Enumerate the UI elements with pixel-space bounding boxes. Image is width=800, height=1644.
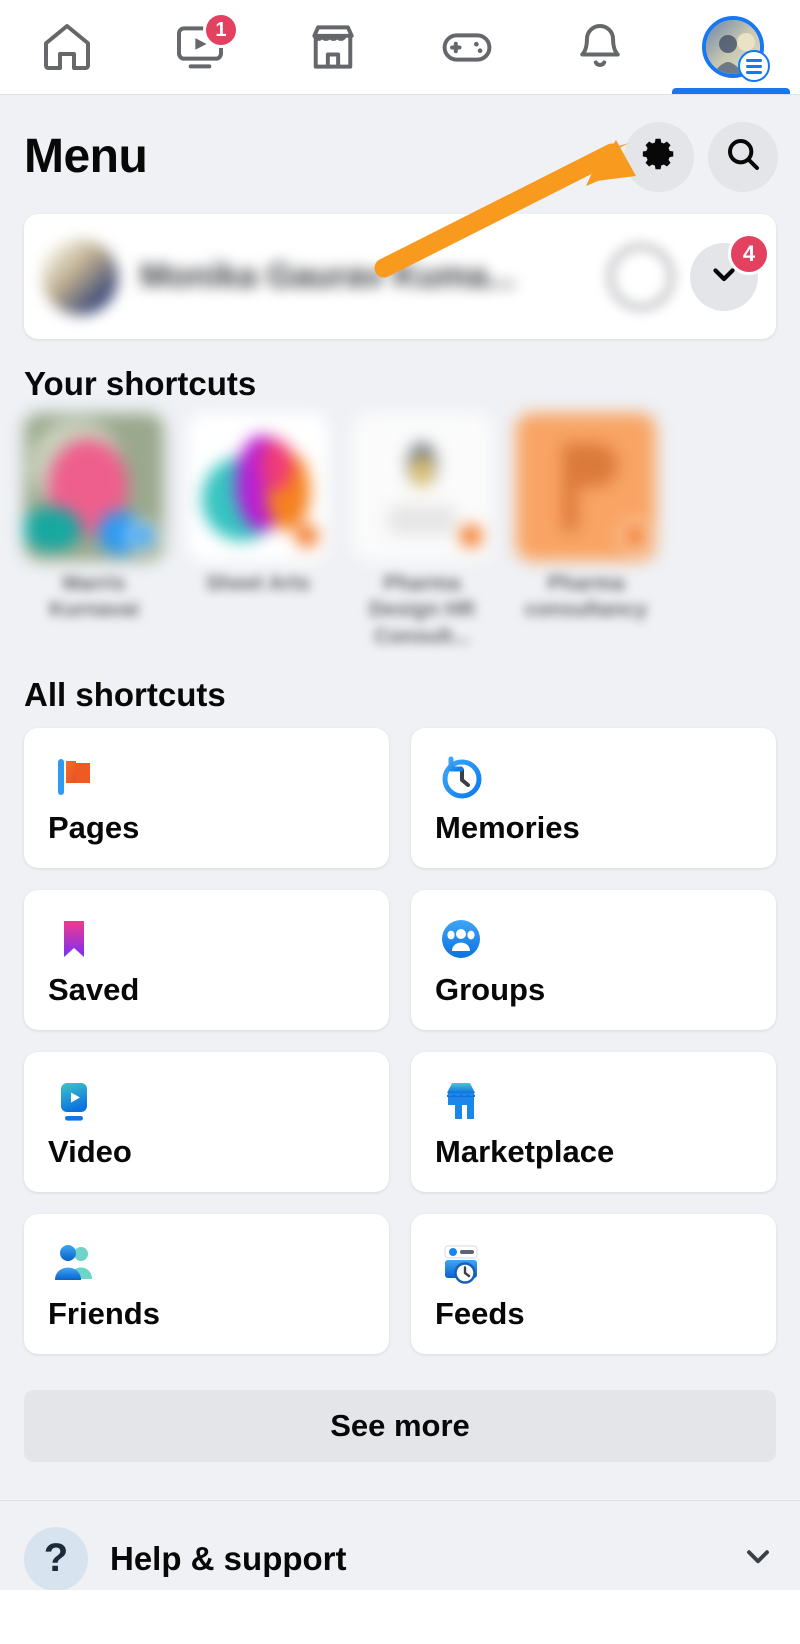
profile-card[interactable]: Monika Gaurav Kuma... 4: [24, 214, 776, 339]
profile-expand-button[interactable]: 4: [690, 232, 770, 311]
top-tab-bar: 1: [0, 0, 800, 95]
help-and-support-row[interactable]: ? Help & support: [0, 1501, 800, 1591]
clock-rewind-icon: [435, 750, 752, 804]
friends-icon: [48, 1236, 365, 1290]
bell-icon: [571, 19, 629, 75]
shortcut-item[interactable]: Marris Kurnavai: [24, 413, 164, 650]
profile-avatar: [42, 238, 118, 315]
gear-icon: [640, 135, 678, 178]
menu-header: Menu: [0, 95, 800, 200]
your-shortcuts-title: Your shortcuts: [24, 365, 257, 402]
see-more-button[interactable]: See more: [24, 1389, 776, 1462]
home-icon: [38, 19, 96, 75]
tab-notifications[interactable]: [545, 0, 655, 95]
shortcut-label: Pharma Design HR Consult...: [368, 572, 476, 648]
shortcut-tile-friends[interactable]: Friends: [24, 1213, 389, 1354]
store-icon: [304, 19, 362, 75]
shortcut-item[interactable]: Pharma consultancy: [516, 413, 656, 650]
shortcut-label: Marris Kurnavai: [49, 572, 139, 622]
flag-icon: [48, 750, 365, 804]
shortcut-tile-saved[interactable]: Saved: [24, 889, 389, 1030]
help-label: Help & support: [110, 1539, 347, 1577]
video-play-icon: [48, 1074, 365, 1128]
tab-gaming[interactable]: [412, 0, 522, 95]
shortcut-badge-dot: [620, 521, 650, 551]
shortcut-badge-dot: [128, 521, 158, 551]
tile-label: Friends: [48, 1295, 160, 1331]
search-button[interactable]: [708, 121, 778, 192]
all-shortcuts-grid: Pages Memories Saved Groups Video Market…: [0, 720, 800, 1354]
bottom-cutoff-area: [0, 1590, 800, 1644]
tile-label: Pages: [48, 809, 140, 845]
tile-label: Groups: [435, 971, 546, 1007]
shortcut-tile-memories[interactable]: Memories: [411, 727, 776, 868]
shortcut-tile-video[interactable]: Video: [24, 1051, 389, 1192]
question-mark-icon: ?: [24, 1526, 88, 1591]
search-icon: [723, 134, 763, 179]
tab-menu[interactable]: [678, 0, 788, 95]
feeds-icon: [435, 1236, 752, 1290]
tab-home[interactable]: [12, 0, 122, 95]
shortcut-thumbnail: [188, 413, 328, 561]
shortcut-item[interactable]: Sheet Arts: [188, 413, 328, 650]
tile-label: Memories: [435, 809, 580, 845]
tile-label: Saved: [48, 971, 140, 1007]
hamburger-menu-icon: [738, 50, 771, 82]
profile-name: Monika Gaurav Kuma...: [140, 257, 516, 295]
groups-icon: [435, 912, 752, 966]
profile-secondary-avatar: [608, 243, 674, 310]
tile-label: Video: [48, 1133, 132, 1169]
shortcut-tile-groups[interactable]: Groups: [411, 889, 776, 1030]
page-title: Menu: [24, 130, 148, 183]
storefront-icon: [435, 1074, 752, 1128]
shortcut-label: Pharma consultancy: [524, 572, 648, 622]
facebook-menu-screen: 1 Menu Monika Gaurav Kuma... 4 Your shor…: [0, 0, 800, 1644]
shortcut-tile-pages[interactable]: Pages: [24, 727, 389, 868]
shortcut-tile-feeds[interactable]: Feeds: [411, 1213, 776, 1354]
shortcut-badge-dot: [292, 521, 322, 551]
bookmark-icon: [48, 912, 365, 966]
tab-video[interactable]: 1: [145, 0, 255, 95]
active-tab-indicator: [672, 88, 790, 94]
gamepad-icon: [438, 19, 496, 75]
your-shortcuts-row: Marris Kurnavai Sheet Arts Pharma Design…: [0, 409, 800, 650]
settings-button[interactable]: [624, 121, 694, 192]
header-actions: [624, 121, 778, 192]
chevron-down-icon[interactable]: [740, 1538, 776, 1579]
shortcut-thumbnail: [24, 413, 164, 561]
tile-label: Marketplace: [435, 1133, 615, 1169]
shortcut-thumbnail: [516, 413, 656, 561]
avatar-menu-icon: [702, 16, 771, 82]
shortcut-tile-marketplace[interactable]: Marketplace: [411, 1051, 776, 1192]
profile-badge: 4: [728, 232, 770, 275]
all-shortcuts-title: All shortcuts: [24, 675, 226, 713]
shortcut-item[interactable]: Pharma Design HR Consult...: [352, 413, 492, 650]
tab-marketplace[interactable]: [278, 0, 388, 95]
shortcut-badge-dot: [456, 521, 486, 551]
shortcut-thumbnail: [352, 413, 492, 561]
tile-label: Feeds: [435, 1295, 525, 1331]
shortcut-label: Sheet Arts: [205, 572, 311, 595]
video-badge: 1: [202, 11, 239, 48]
